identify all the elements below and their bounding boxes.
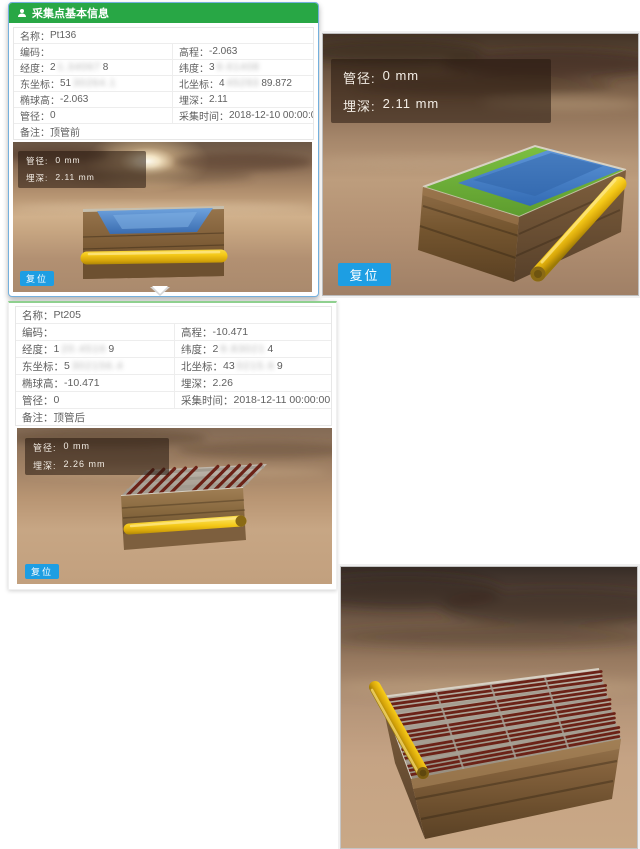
table-row: 管径：0 采集时间：2018-12-10 00:00:00.000 (14, 108, 313, 124)
reset-button[interactable]: 复位 (20, 271, 54, 286)
point-info-table: 名称：Pt136 编码： 高程：-2.063 经度：21.340678 纬度：3… (13, 27, 314, 140)
collection-point-panel-2: 名称：Pt205 编码： 高程：-10.471 经度：120.45169 纬度：… (8, 301, 337, 590)
viewport-pipejack-after[interactable]: 管径:0 mm 埋深:2.26 mm 复位 (17, 428, 332, 584)
viewport-pipejack-large[interactable] (340, 566, 638, 849)
field-north-coordinate: 北坐标：430215.69 (175, 358, 331, 374)
user-icon (17, 8, 27, 18)
viewport-trench-before[interactable]: 管径:0 mm 埋深:2.11 mm 复位 (13, 142, 312, 292)
field-ellipsoid-height: 椭球高：-10.471 (16, 375, 175, 391)
field-elevation: 高程：-2.063 (173, 44, 313, 59)
field-latitude: 纬度：29.830214 (175, 341, 331, 357)
field-pipe-diameter: 管径：0 (16, 392, 175, 408)
terrain-block (83, 206, 224, 279)
measurement-overlay: 管径:0 mm 埋深:2.26 mm (25, 438, 169, 475)
field-elevation: 高程：-10.471 (175, 324, 331, 340)
table-row: 椭球高：-2.063 埋深：2.11 (14, 92, 313, 108)
field-name: 名称：Pt205 (16, 307, 331, 323)
table-row: 经度：120.45169 纬度：29.830214 (16, 341, 331, 358)
table-row: 管径：0 采集时间：2018-12-11 00:00:00.000 (16, 392, 331, 409)
viewport-trench-large[interactable]: 管径:0 mm 埋深:2.11 mm 复位 (322, 33, 639, 296)
table-row: 名称：Pt205 (16, 307, 331, 324)
field-remark: 备注：顶管后 (16, 409, 331, 425)
table-row: 经度：21.340678 纬度：39.61408 (14, 60, 313, 76)
field-longitude: 经度：21.340678 (14, 60, 173, 75)
table-row: 编码： 高程：-10.471 (16, 324, 331, 341)
table-row: 名称：Pt136 (14, 28, 313, 44)
field-name: 名称：Pt136 (14, 28, 313, 43)
field-ellipsoid-height: 椭球高：-2.063 (14, 92, 173, 107)
field-burial-depth: 埋深：2.26 (175, 375, 331, 391)
measurement-overlay: 管径:0 mm 埋深:2.11 mm (18, 151, 146, 188)
table-row: 编码： 高程：-2.063 (14, 44, 313, 60)
field-collect-time: 采集时间：2018-12-11 00:00:00.000 (175, 392, 331, 408)
point-info-table: 名称：Pt205 编码： 高程：-10.471 经度：120.45169 纬度：… (15, 306, 332, 426)
field-longitude: 经度：120.45169 (16, 341, 175, 357)
table-row: 备注：顶管后 (16, 409, 331, 425)
table-row: 东坐标：5302156.4 北坐标：430215.69 (16, 358, 331, 375)
table-row: 备注：顶管前 (14, 124, 313, 139)
field-burial-depth: 埋深：2.11 (173, 92, 313, 107)
field-east-coordinate: 东坐标：5130264.1 (14, 76, 173, 91)
reset-button[interactable]: 复位 (338, 263, 391, 286)
field-latitude: 纬度：39.61408 (173, 60, 313, 75)
collection-point-dialog: 采集点基本信息 名称：Pt136 编码： 高程：-2.063 经度：21.340… (8, 2, 319, 297)
dialog-titlebar[interactable]: 采集点基本信息 (9, 3, 318, 23)
pipe-end-cap (236, 516, 247, 527)
field-north-coordinate: 北坐标：44529389.872 (173, 76, 313, 91)
field-code: 编码： (14, 44, 173, 59)
table-row: 东坐标：5130264.1 北坐标：44529389.872 (14, 76, 313, 92)
field-east-coordinate: 东坐标：5302156.4 (16, 358, 175, 374)
dialog-title: 采集点基本信息 (32, 5, 109, 21)
field-code: 编码： (16, 324, 175, 340)
measurement-overlay: 管径:0 mm 埋深:2.11 mm (331, 59, 551, 123)
reset-button[interactable]: 复位 (25, 564, 59, 579)
field-collect-time: 采集时间：2018-12-10 00:00:00.000 (173, 108, 313, 123)
field-remark: 备注：顶管前 (14, 124, 313, 139)
field-pipe-diameter: 管径：0 (14, 108, 173, 123)
yellow-pipe (87, 256, 221, 258)
scene-pipejack-large (341, 567, 637, 848)
table-row: 椭球高：-10.471 埋深：2.26 (16, 375, 331, 392)
